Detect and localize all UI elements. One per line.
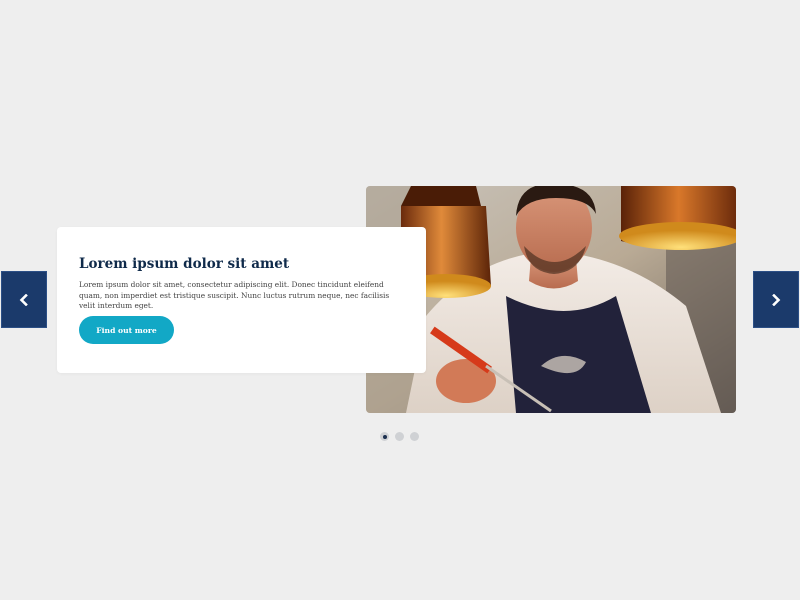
next-slide-button[interactable]	[753, 271, 799, 328]
slide-title: Lorem ipsum dolor sit amet	[79, 256, 290, 272]
previous-slide-button[interactable]	[1, 271, 47, 328]
pagination-dot-1[interactable]	[380, 432, 389, 441]
pagination-dot-2[interactable]	[395, 432, 404, 441]
pagination-dot-3[interactable]	[410, 432, 419, 441]
find-out-more-button[interactable]: Find out more	[79, 316, 174, 344]
chevron-left-icon	[19, 293, 28, 306]
hero-slider: Lorem ipsum dolor sit amet Lorem ipsum d…	[0, 0, 800, 600]
slide-caption-card: Lorem ipsum dolor sit amet Lorem ipsum d…	[57, 227, 426, 373]
chevron-right-icon	[772, 293, 781, 306]
slide-description: Lorem ipsum dolor sit amet, consectetur …	[79, 280, 390, 310]
